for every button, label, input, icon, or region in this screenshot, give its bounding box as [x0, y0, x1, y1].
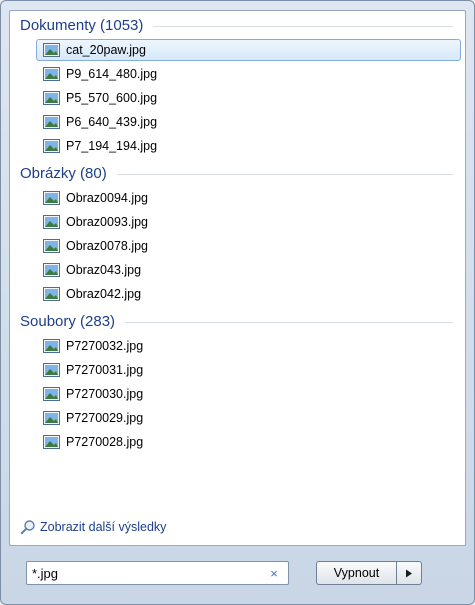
result-item-label: P5_570_600.jpg: [66, 91, 158, 105]
result-item-label: Obraz0093.jpg: [66, 215, 149, 229]
result-item-label: P7_194_194.jpg: [66, 139, 158, 153]
see-more-results-link[interactable]: Zobrazit další výsledky: [20, 519, 166, 535]
start-menu: Dokumenty (1053) cat_20paw.jpg P9_614_48…: [0, 0, 475, 605]
group-divider: [116, 173, 453, 175]
image-file-icon: [43, 215, 60, 229]
result-group-pictures: Obrázky (80) Obraz0094.jpg Obraz0093.jpg: [10, 159, 465, 305]
group-divider: [125, 321, 453, 323]
result-item[interactable]: P7270032.jpg: [36, 335, 461, 357]
image-file-icon: [43, 191, 60, 205]
result-item[interactable]: Obraz0094.jpg: [36, 187, 461, 209]
group-title: Obrázky (80): [20, 164, 107, 182]
shutdown-options-button[interactable]: [396, 561, 422, 585]
image-file-icon: [43, 91, 60, 105]
result-item-label: cat_20paw.jpg: [66, 43, 146, 57]
bottom-bar: × Vypnout: [1, 549, 474, 604]
group-header[interactable]: Dokumenty (1053): [10, 11, 465, 39]
image-file-icon: [43, 339, 60, 353]
result-item[interactable]: P7270028.jpg: [36, 431, 461, 453]
shutdown-control: Vypnout: [316, 561, 422, 585]
close-icon[interactable]: ×: [264, 563, 284, 583]
group-divider: [153, 25, 453, 27]
result-item-label: P7270028.jpg: [66, 435, 144, 449]
result-item-label: Obraz0078.jpg: [66, 239, 149, 253]
shutdown-button[interactable]: Vypnout: [316, 561, 396, 585]
result-item[interactable]: P7_194_194.jpg: [36, 135, 461, 157]
image-file-icon: [43, 139, 60, 153]
result-item-label: P9_614_480.jpg: [66, 67, 158, 81]
result-item-label: Obraz042.jpg: [66, 287, 142, 301]
group-title: Dokumenty (1053): [20, 16, 144, 34]
search-box: ×: [26, 561, 289, 585]
search-results-panel: Dokumenty (1053) cat_20paw.jpg P9_614_48…: [9, 10, 466, 546]
result-item-label: P7270032.jpg: [66, 339, 144, 353]
group-title: Soubory (283): [20, 312, 116, 330]
result-item-label: P7270029.jpg: [66, 411, 144, 425]
result-item[interactable]: P7270029.jpg: [36, 407, 461, 429]
result-item[interactable]: Obraz043.jpg: [36, 259, 461, 281]
result-item[interactable]: P6_640_439.jpg: [36, 111, 461, 133]
image-file-icon: [43, 411, 60, 425]
result-item[interactable]: P5_570_600.jpg: [36, 87, 461, 109]
result-item-label: P7270030.jpg: [66, 387, 144, 401]
result-item-label: P7270031.jpg: [66, 363, 144, 377]
image-file-icon: [43, 387, 60, 401]
triangle-right-icon: [406, 569, 412, 577]
result-item[interactable]: P7270030.jpg: [36, 383, 461, 405]
result-item[interactable]: P7270031.jpg: [36, 359, 461, 381]
image-file-icon: [43, 43, 60, 57]
result-item-label: Obraz0094.jpg: [66, 191, 149, 205]
image-file-icon: [43, 67, 60, 81]
image-file-icon: [43, 363, 60, 377]
image-file-icon: [43, 239, 60, 253]
see-more-results-label: Zobrazit další výsledky: [40, 520, 167, 534]
result-group-documents: Dokumenty (1053) cat_20paw.jpg P9_614_48…: [10, 11, 465, 157]
result-item-label: Obraz043.jpg: [66, 263, 142, 277]
result-group-files: Soubory (283) P7270032.jpg P7270031.jpg: [10, 307, 465, 453]
image-file-icon: [43, 287, 60, 301]
search-input[interactable]: [27, 562, 264, 584]
result-item[interactable]: Obraz0078.jpg: [36, 235, 461, 257]
result-item[interactable]: cat_20paw.jpg: [36, 39, 461, 61]
image-file-icon: [43, 263, 60, 277]
result-item[interactable]: Obraz042.jpg: [36, 283, 461, 305]
group-header[interactable]: Obrázky (80): [10, 159, 465, 187]
search-icon: [20, 520, 35, 535]
image-file-icon: [43, 435, 60, 449]
result-item[interactable]: Obraz0093.jpg: [36, 211, 461, 233]
result-item[interactable]: P9_614_480.jpg: [36, 63, 461, 85]
group-header[interactable]: Soubory (283): [10, 307, 465, 335]
image-file-icon: [43, 115, 60, 129]
result-item-label: P6_640_439.jpg: [66, 115, 158, 129]
